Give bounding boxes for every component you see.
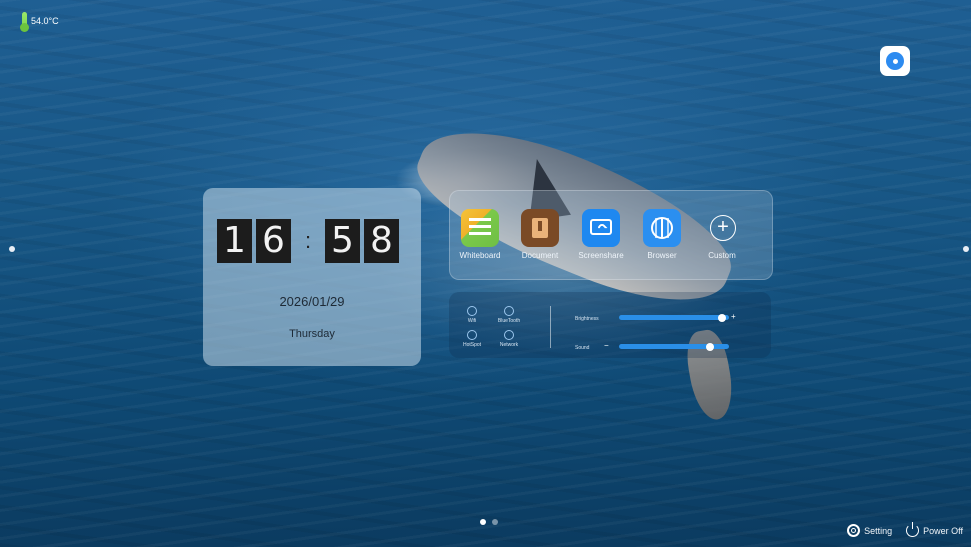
brightness-track[interactable] [619, 315, 729, 320]
app-label: Whiteboard [459, 251, 501, 260]
sound-minus-icon[interactable]: − [604, 341, 609, 350]
document-icon [521, 209, 559, 247]
clock-date: 2026/01/29 [279, 294, 345, 309]
toggle-wifi[interactable]: Wifi [452, 306, 492, 324]
screenshare-icon [582, 209, 620, 247]
sound-label: Sound [575, 345, 590, 351]
toggle-bluetooth[interactable]: BlueTooth [489, 306, 529, 324]
floating-app-button[interactable] [880, 46, 910, 76]
right-side-handle[interactable] [963, 246, 969, 252]
app-whiteboard[interactable]: Whiteboard [451, 209, 509, 260]
whiteboard-icon [461, 209, 499, 247]
temperature-value: 54.0°C [31, 16, 59, 26]
setting-label: Setting [864, 525, 893, 536]
brightness-label: Brightness [575, 316, 599, 322]
clock-minute-tens: 5 [325, 219, 360, 263]
toggle-hotspot[interactable]: HotSpot [452, 330, 492, 348]
thermometer-icon [20, 12, 29, 32]
sound-knob[interactable] [706, 342, 715, 351]
app-launcher-panel: Whiteboard Document Screenshare Browser … [449, 190, 773, 280]
app-custom[interactable]: Custom [693, 209, 751, 260]
clock-widget: 1 6 : 5 8 2026/01/29 Thursday [203, 188, 421, 366]
clock-separator: : [304, 228, 312, 253]
hotspot-icon [467, 330, 477, 340]
clock-hour-tens: 1 [217, 219, 252, 263]
toggle-network[interactable]: Network [489, 330, 529, 348]
app-screenshare[interactable]: Screenshare [572, 209, 630, 260]
quick-settings-divider [550, 306, 551, 348]
clock-hour-ones: 6 [256, 219, 291, 263]
toggle-label: HotSpot [462, 342, 482, 348]
temperature-indicator: 54.0°C [20, 12, 59, 32]
clock-minute-ones: 8 [364, 219, 399, 263]
app-label: Browser [647, 251, 677, 260]
power-off-label: Power Off [923, 525, 963, 536]
app-label: Custom [708, 251, 736, 260]
page-indicator [480, 519, 498, 525]
quick-settings-panel: Wifi BlueTooth HotSpot Network Brightnes… [449, 292, 771, 358]
clock-digits: 1 6 : 5 8 [217, 219, 403, 263]
plus-icon [703, 209, 741, 247]
page-dot-2[interactable] [492, 519, 498, 525]
gear-icon [847, 524, 861, 537]
app-label: Screenshare [578, 251, 624, 260]
toggle-label: Wifi [467, 318, 477, 324]
bluetooth-icon [504, 306, 514, 316]
app-browser[interactable]: Browser [633, 209, 691, 260]
app-label: Document [521, 251, 559, 260]
network-icon [504, 330, 514, 340]
power-icon [906, 522, 920, 537]
app-document[interactable]: Document [511, 209, 569, 260]
browser-icon [643, 209, 681, 247]
page-dot-1[interactable] [480, 519, 486, 525]
wifi-icon [467, 306, 477, 316]
clock-weekday: Thursday [289, 328, 335, 340]
circle-app-icon [886, 52, 904, 70]
power-off-button[interactable]: Power Off [906, 522, 963, 537]
brightness-knob[interactable] [718, 313, 727, 322]
brightness-plus-icon[interactable]: + [731, 312, 736, 321]
bottom-actions: Setting Power Off [847, 522, 963, 537]
left-side-handle[interactable] [9, 246, 15, 252]
setting-button[interactable]: Setting [847, 524, 892, 537]
toggle-label: Network [499, 342, 519, 348]
toggle-label: BlueTooth [497, 318, 521, 324]
